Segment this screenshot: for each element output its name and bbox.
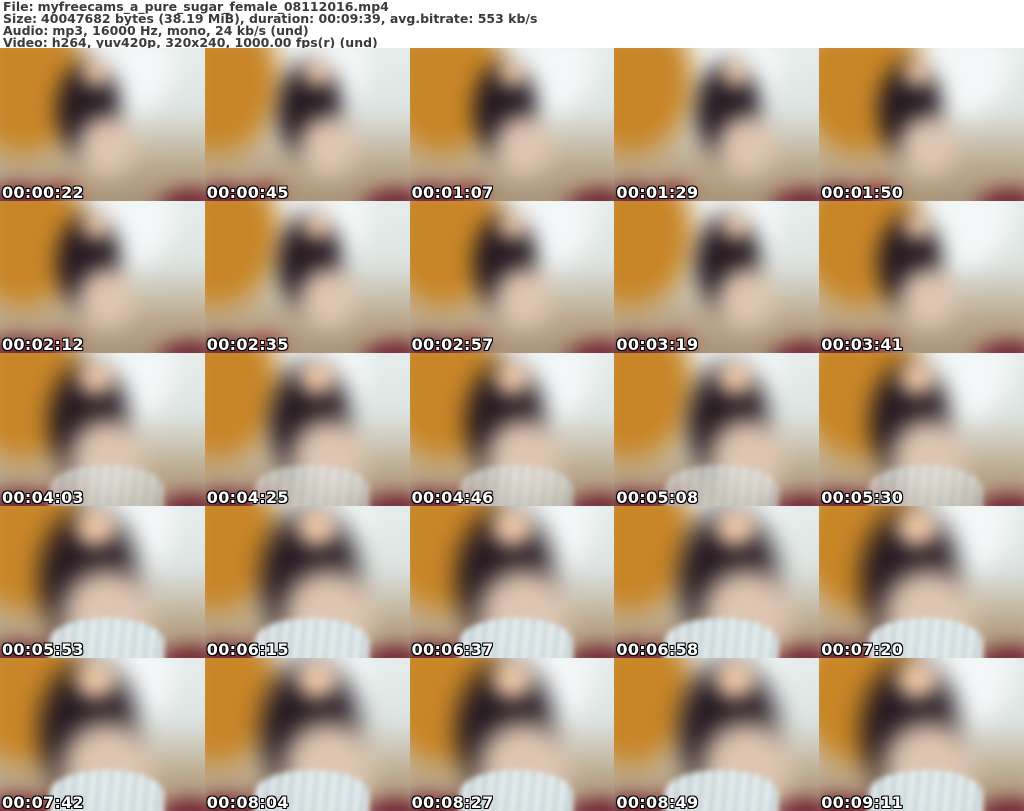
thumbnail-frame-24: 00:08:49 [614, 658, 820, 811]
timestamp-overlay: 00:07:20 [821, 640, 904, 659]
thumbnail-frame-10: 00:03:41 [819, 200, 1024, 354]
thumbnail-frame-3: 00:01:07 [409, 48, 615, 201]
thumbnail-frame-5: 00:01:50 [819, 48, 1024, 201]
video-value: h264, yuv420p, 320x240, 1000.00 fps(r) (… [51, 34, 378, 48]
thumbnail-frame-20: 00:07:20 [819, 505, 1024, 659]
timestamp-overlay: 00:02:35 [206, 335, 289, 354]
timestamp-overlay: 00:04:46 [411, 487, 494, 506]
thumbnail-frame-25: 00:09:11 [819, 658, 1024, 811]
thumbnail-frame-8: 00:02:57 [409, 200, 615, 354]
timestamp-overlay: 00:08:49 [616, 793, 699, 811]
timestamp-overlay: 00:06:15 [206, 640, 289, 659]
thumbnail-frame-4: 00:01:29 [614, 48, 820, 201]
timestamp-overlay: 00:07:42 [2, 793, 84, 811]
thumbnail-frame-11: 00:04:03 [0, 353, 205, 506]
timestamp-overlay: 00:04:03 [2, 487, 84, 506]
thumbnail-frame-13: 00:04:46 [409, 353, 615, 506]
timestamp-overlay: 00:01:50 [821, 182, 904, 201]
timestamp-overlay: 00:00:22 [2, 182, 84, 201]
thumbnail-frame-7: 00:02:35 [204, 200, 410, 354]
thumbnail-frame-23: 00:08:27 [409, 658, 615, 811]
video-label: Video: [3, 34, 48, 48]
thumbnail-frame-19: 00:06:58 [614, 505, 820, 659]
thumbnail-grid: 00:00:22 00:00:45 00:01:07 00:01:29 00:01:50… [0, 48, 1024, 811]
timestamp-overlay: 00:08:04 [206, 793, 289, 811]
timestamp-overlay: 00:00:45 [206, 182, 289, 201]
timestamp-overlay: 00:02:12 [2, 335, 84, 354]
timestamp-overlay: 00:05:53 [2, 640, 84, 659]
thumbnail-frame-22: 00:08:04 [204, 658, 410, 811]
thumbnail-frame-14: 00:05:08 [614, 353, 820, 506]
file-info-header: File: myfreecams_a_pure_sugar_female_0811… [0, 0, 1024, 48]
timestamp-overlay: 00:06:37 [411, 640, 494, 659]
timestamp-overlay: 00:03:19 [616, 335, 699, 354]
timestamp-overlay: 00:06:58 [616, 640, 699, 659]
timestamp-overlay: 00:05:08 [616, 487, 699, 506]
timestamp-overlay: 00:09:11 [821, 793, 904, 811]
timestamp-overlay: 00:01:29 [616, 182, 699, 201]
timestamp-overlay: 00:05:30 [821, 487, 904, 506]
thumbnail-frame-16: 00:05:53 [0, 505, 205, 659]
thumbnail-frame-2: 00:00:45 [204, 48, 410, 201]
timestamp-overlay: 00:02:57 [411, 335, 494, 354]
timestamp-overlay: 00:04:25 [206, 487, 289, 506]
thumbnail-frame-21: 00:07:42 [0, 658, 205, 811]
video-line: Video: h264, yuv420p, 320x240, 1000.00 fp… [3, 34, 1024, 48]
thumbnail-frame-6: 00:02:12 [0, 200, 205, 354]
thumbnail-frame-12: 00:04:25 [204, 353, 410, 506]
thumbnail-frame-1: 00:00:22 [0, 48, 205, 201]
thumbnail-frame-17: 00:06:15 [204, 505, 410, 659]
thumbnail-frame-18: 00:06:37 [409, 505, 615, 659]
timestamp-overlay: 00:03:41 [821, 335, 904, 354]
timestamp-overlay: 00:01:07 [411, 182, 494, 201]
timestamp-overlay: 00:08:27 [411, 793, 494, 811]
thumbnail-frame-9: 00:03:19 [614, 200, 820, 354]
thumbnail-frame-15: 00:05:30 [819, 353, 1024, 506]
